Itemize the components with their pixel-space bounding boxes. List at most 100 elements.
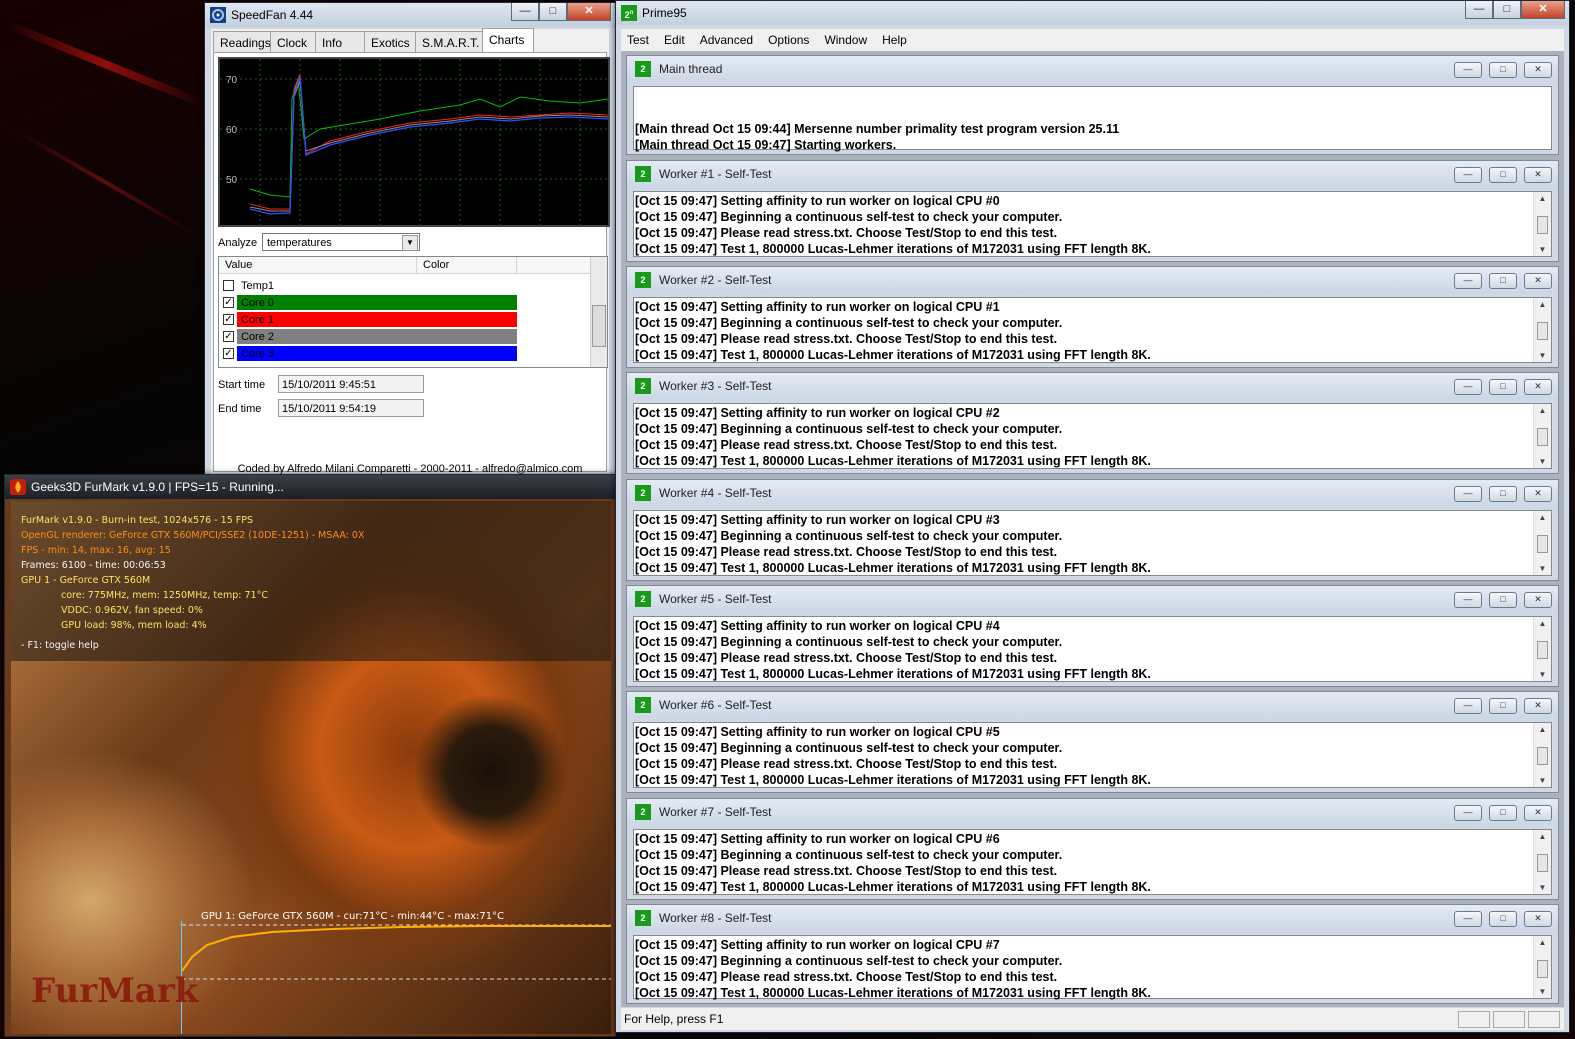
maximize-button[interactable]: □ (539, 3, 567, 21)
maximize-button[interactable]: □ (1489, 911, 1517, 927)
log-scrollbar[interactable]: ▲ ▼ (1533, 830, 1551, 894)
minimize-button[interactable]: — (1454, 62, 1482, 78)
tab-info[interactable]: Info (315, 31, 365, 54)
scroll-up-icon[interactable]: ▲ (1534, 832, 1551, 841)
furmark-titlebar[interactable]: Geeks3D FurMark v1.9.0 | FPS=15 - Runnin… (5, 475, 615, 499)
close-button[interactable]: ✕ (1524, 379, 1552, 395)
child-titlebar[interactable]: 2 Worker #5 - Self-Test — □ ✕ (627, 586, 1558, 612)
list-item[interactable]: ✓ Core 1 (223, 311, 517, 328)
scroll-thumb[interactable] (1537, 216, 1548, 234)
scroll-up-icon[interactable]: ▲ (1534, 513, 1551, 522)
minimize-button[interactable]: — (1454, 698, 1482, 714)
log-output[interactable]: [Main thread Oct 15 09:44] Mersenne numb… (633, 86, 1552, 152)
log-scrollbar[interactable]: ▲ ▼ (1533, 298, 1551, 362)
scroll-down-icon[interactable]: ▼ (1534, 457, 1551, 466)
scroll-down-icon[interactable]: ▼ (1534, 564, 1551, 573)
log-output[interactable]: [Oct 15 09:47] Setting affinity to run w… (633, 829, 1552, 895)
menu-options[interactable]: Options (762, 29, 818, 51)
log-output[interactable]: [Oct 15 09:47] Setting affinity to run w… (633, 935, 1552, 1000)
scroll-thumb[interactable] (1537, 854, 1548, 872)
maximize-button[interactable]: □ (1489, 805, 1517, 821)
scroll-down-icon[interactable]: ▼ (1534, 670, 1551, 679)
scroll-down-icon[interactable]: ▼ (1534, 351, 1551, 360)
scroll-down-icon[interactable]: ▼ (1534, 987, 1551, 996)
checkbox[interactable]: ✓ (223, 314, 234, 325)
chevron-down-icon[interactable]: ▼ (402, 235, 418, 251)
close-button[interactable]: ✕ (1524, 62, 1552, 78)
child-titlebar[interactable]: 2 Worker #7 - Self-Test — □ ✕ (627, 799, 1558, 825)
scroll-thumb[interactable] (1537, 322, 1548, 340)
child-titlebar[interactable]: 2 Worker #6 - Self-Test — □ ✕ (627, 692, 1558, 718)
maximize-button[interactable]: □ (1493, 1, 1521, 19)
minimize-button[interactable]: — (1454, 911, 1482, 927)
child-titlebar[interactable]: 2 Worker #4 - Self-Test — □ ✕ (627, 480, 1558, 506)
log-output[interactable]: [Oct 15 09:47] Setting affinity to run w… (633, 403, 1552, 469)
scroll-down-icon[interactable]: ▼ (1534, 776, 1551, 785)
close-button[interactable]: ✕ (1524, 911, 1552, 927)
maximize-button[interactable]: □ (1489, 62, 1517, 78)
scroll-thumb[interactable] (1537, 428, 1548, 446)
maximize-button[interactable]: □ (1489, 486, 1517, 502)
start-time-field[interactable]: 15/10/2011 9:45:51 (278, 375, 424, 393)
child-titlebar[interactable]: 2 Worker #8 - Self-Test — □ ✕ (627, 905, 1558, 931)
maximize-button[interactable]: □ (1489, 592, 1517, 608)
close-button[interactable]: ✕ (1524, 698, 1552, 714)
child-titlebar[interactable]: 2 Worker #2 - Self-Test — □ ✕ (627, 267, 1558, 293)
column-header-value[interactable]: Value (219, 257, 417, 273)
maximize-button[interactable]: □ (1489, 379, 1517, 395)
maximize-button[interactable]: □ (1489, 698, 1517, 714)
close-button[interactable]: ✕ (1524, 805, 1552, 821)
checkbox[interactable] (223, 280, 234, 291)
scroll-up-icon[interactable]: ▲ (1534, 619, 1551, 628)
close-button[interactable]: ✕ (567, 3, 611, 21)
log-scrollbar[interactable]: ▲ ▼ (1533, 723, 1551, 787)
child-titlebar[interactable]: 2 Worker #3 - Self-Test — □ ✕ (627, 373, 1558, 399)
scroll-thumb[interactable] (1537, 641, 1548, 659)
minimize-button[interactable]: — (1454, 486, 1482, 502)
column-header-color[interactable]: Color (417, 257, 517, 273)
log-scrollbar[interactable]: ▲ ▼ (1533, 936, 1551, 998)
menu-help[interactable]: Help (876, 29, 916, 51)
log-scrollbar[interactable]: ▲ ▼ (1533, 617, 1551, 681)
scroll-thumb[interactable] (1537, 960, 1548, 978)
scroll-up-icon[interactable]: ▲ (1534, 938, 1551, 947)
scroll-up-icon[interactable]: ▲ (1534, 406, 1551, 415)
tab-smart[interactable]: S.M.A.R.T. (415, 31, 483, 54)
close-button[interactable]: ✕ (1521, 1, 1565, 19)
list-item[interactable]: ✓ Core 0 (223, 294, 517, 311)
tab-charts[interactable]: Charts (482, 28, 534, 54)
close-button[interactable]: ✕ (1524, 167, 1552, 183)
end-time-field[interactable]: 15/10/2011 9:54:19 (278, 399, 424, 417)
scroll-up-icon[interactable]: ▲ (1534, 194, 1551, 203)
scroll-down-icon[interactable]: ▼ (1534, 883, 1551, 892)
speedfan-titlebar[interactable]: SpeedFan 4.44 — □ ✕ (205, 3, 615, 27)
minimize-button[interactable]: — (1454, 273, 1482, 289)
log-scrollbar[interactable]: ▲ ▼ (1533, 192, 1551, 256)
tab-exotics[interactable]: Exotics (364, 31, 416, 54)
menu-test[interactable]: Test (621, 29, 658, 51)
minimize-button[interactable]: — (1454, 167, 1482, 183)
checkbox[interactable]: ✓ (223, 348, 234, 359)
maximize-button[interactable]: □ (1489, 167, 1517, 183)
log-scrollbar[interactable]: ▲ ▼ (1533, 404, 1551, 468)
scroll-up-icon[interactable]: ▲ (1534, 725, 1551, 734)
scroll-thumb[interactable] (1537, 535, 1548, 553)
close-button[interactable]: ✕ (1524, 486, 1552, 502)
tab-clock[interactable]: Clock (270, 31, 316, 54)
minimize-button[interactable]: — (1454, 805, 1482, 821)
child-titlebar[interactable]: 2 Main thread — □ ✕ (627, 56, 1558, 82)
menu-edit[interactable]: Edit (658, 29, 694, 51)
minimize-button[interactable]: — (511, 3, 539, 21)
prime95-titlebar[interactable]: 2n Prime95 — □ ✕ (616, 1, 1569, 25)
log-output[interactable]: [Oct 15 09:47] Setting affinity to run w… (633, 297, 1552, 363)
child-titlebar[interactable]: 2 Worker #1 - Self-Test — □ ✕ (627, 161, 1558, 187)
close-button[interactable]: ✕ (1524, 273, 1552, 289)
list-item[interactable]: ✓ Core 3 (223, 345, 517, 362)
close-button[interactable]: ✕ (1524, 592, 1552, 608)
log-output[interactable]: [Oct 15 09:47] Setting affinity to run w… (633, 616, 1552, 682)
maximize-button[interactable]: □ (1489, 273, 1517, 289)
scroll-thumb[interactable] (1537, 747, 1548, 765)
analyze-dropdown[interactable]: temperatures ▼ (262, 233, 420, 251)
log-output[interactable]: [Oct 15 09:47] Setting affinity to run w… (633, 722, 1552, 788)
scroll-thumb[interactable] (592, 305, 606, 347)
